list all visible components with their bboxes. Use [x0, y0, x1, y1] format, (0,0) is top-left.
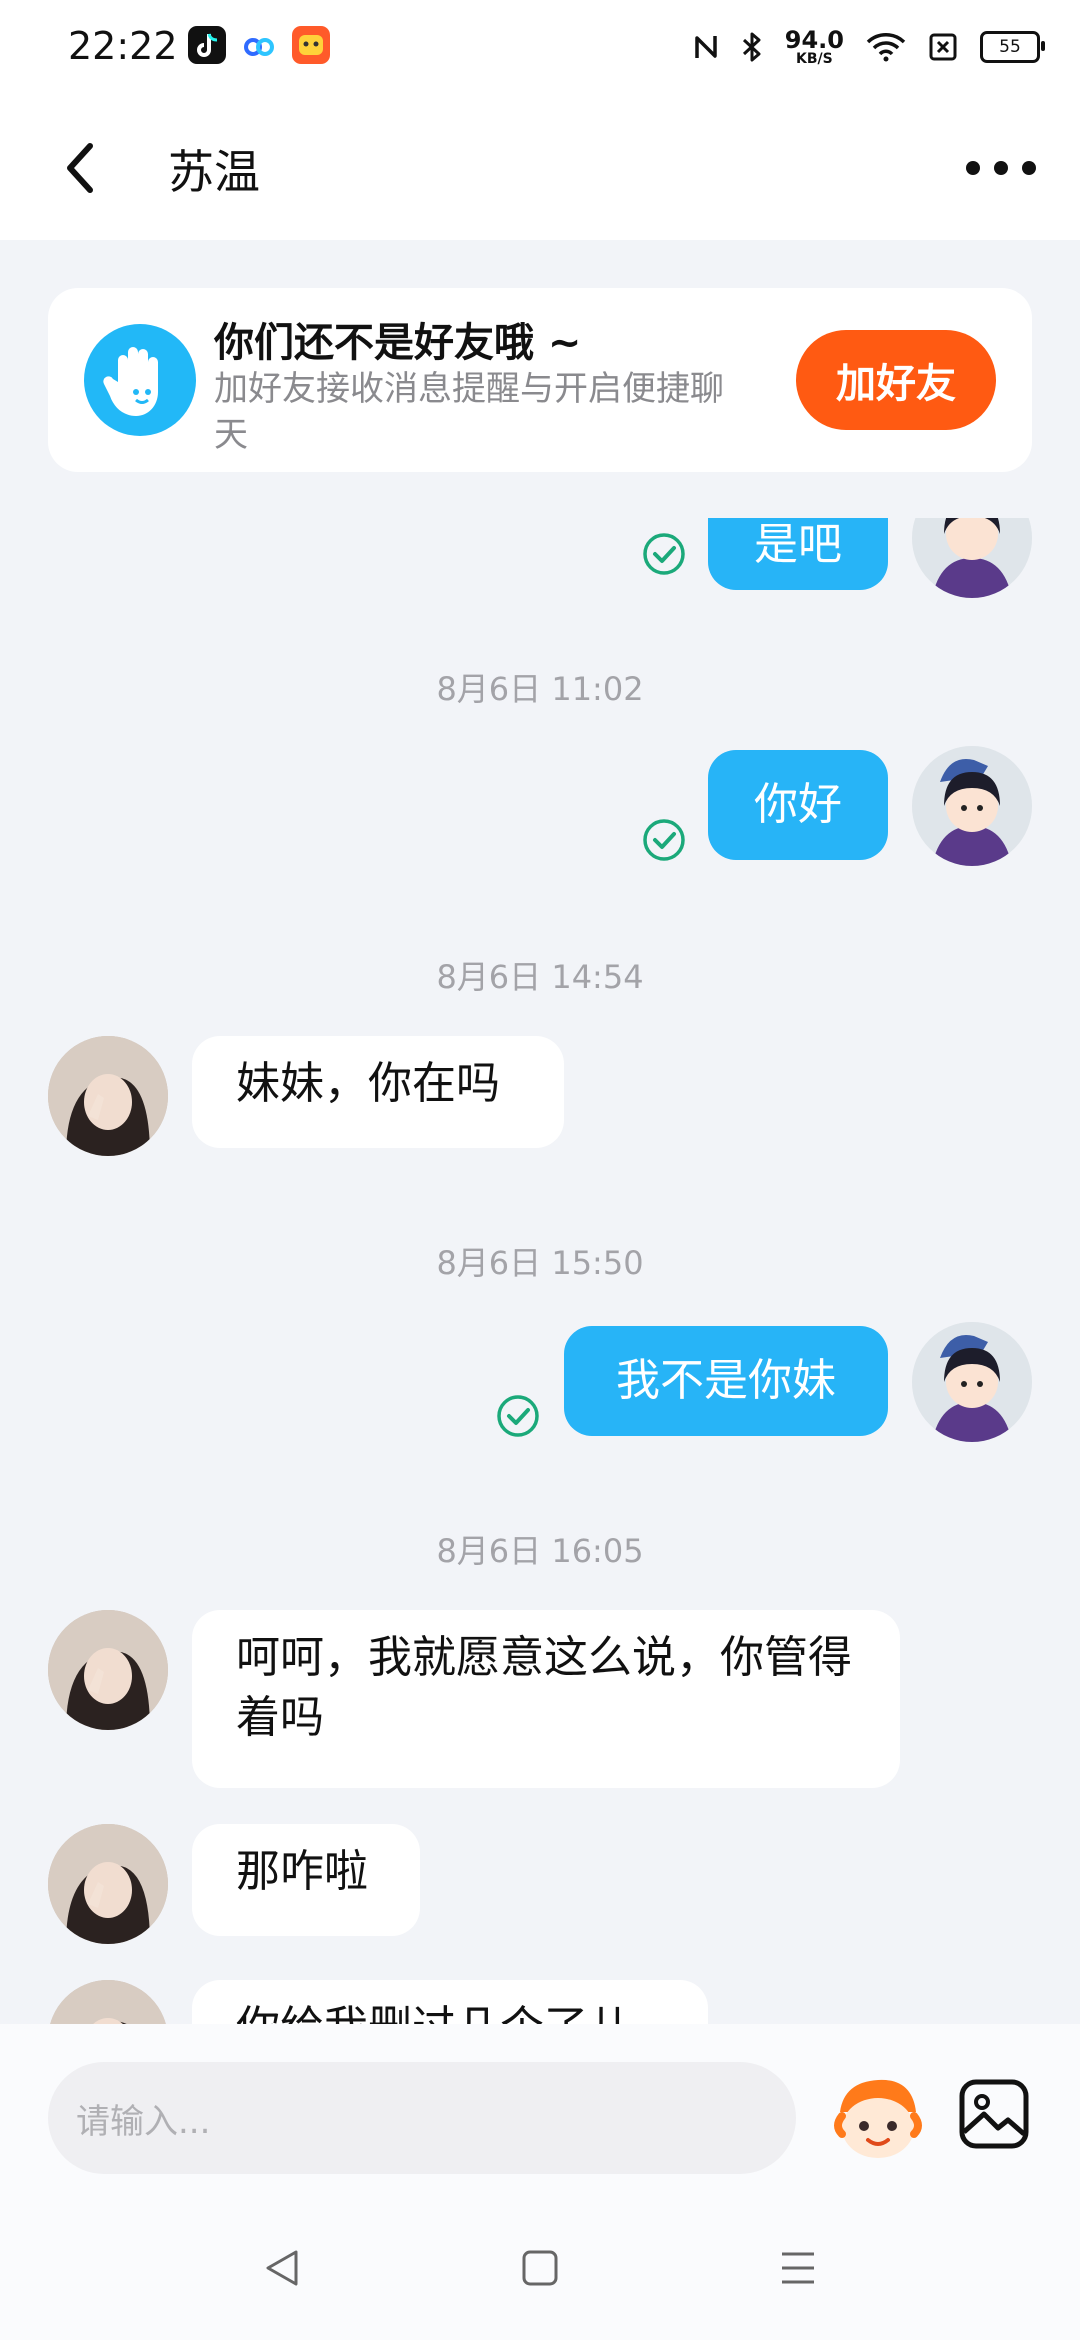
tiktok-icon	[188, 26, 226, 64]
nav-back-icon[interactable]	[262, 2248, 302, 2288]
contact-avatar[interactable]	[48, 1980, 168, 2024]
banner-subtitle: 加好友接收消息提醒与开启便捷聊天	[214, 369, 724, 455]
contact-avatar[interactable]	[48, 1036, 168, 1156]
battery-level: 55	[999, 37, 1021, 57]
net-speed-unit: KB/S	[796, 51, 833, 67]
status-indicators: 94.0 KB/S 55	[693, 22, 1045, 72]
nav-home-icon[interactable]	[520, 2248, 560, 2288]
contact-avatar[interactable]	[48, 1610, 168, 1730]
my-avatar[interactable]	[912, 746, 1032, 866]
message-bubble-incoming[interactable]: 呵呵，我就愿意这么说，你管得着吗	[192, 1610, 900, 1788]
read-check-icon	[642, 532, 686, 576]
message-input-bar: 请输入...	[0, 2024, 1080, 2194]
message-bubble-incoming[interactable]: 你给我删过几个了儿	[192, 1980, 708, 2024]
wave-hand-icon	[84, 324, 196, 436]
read-check-icon	[496, 1394, 540, 1438]
message-bubble-outgoing[interactable]: 是吧	[708, 518, 888, 590]
more-options-button[interactable]	[966, 148, 1036, 188]
message-bubble-outgoing[interactable]: 我不是你妹	[564, 1326, 888, 1436]
banner-title: 你们还不是好友哦 ~	[214, 320, 582, 366]
nav-menu-icon[interactable]	[778, 2248, 818, 2288]
back-button[interactable]	[56, 136, 116, 200]
more-dots-icon	[966, 161, 980, 175]
wifi-icon	[866, 33, 906, 62]
image-button[interactable]	[956, 2076, 1032, 2152]
my-avatar[interactable]	[912, 1322, 1032, 1442]
not-friend-banner: 你们还不是好友哦 ~ 加好友接收消息提醒与开启便捷聊天 加好友	[48, 288, 1032, 472]
system-nav-bar	[0, 2194, 1080, 2340]
status-time: 22:22	[68, 24, 178, 68]
page-title: 苏温	[168, 145, 260, 199]
app-icon	[292, 26, 330, 64]
my-avatar[interactable]	[912, 518, 1032, 598]
battery-icon: 55	[980, 31, 1045, 63]
baidu-netdisk-icon	[240, 26, 278, 64]
bluetooth-icon	[742, 32, 761, 62]
message-list[interactable]: 是吧 8月6日 11:02 你好 8月6日 14:54 妹妹，你在吗 8月6日 …	[0, 518, 1080, 2024]
mascot-emoji-icon	[834, 2079, 922, 2158]
chevron-left-icon	[67, 143, 93, 193]
image-icon	[959, 2079, 1029, 2149]
no-sim-icon	[929, 33, 957, 61]
timestamp: 8月6日 15:50	[436, 1244, 644, 1282]
message-input[interactable]: 请输入...	[48, 2062, 796, 2174]
timestamp: 8月6日 16:05	[436, 1532, 644, 1570]
contact-avatar[interactable]	[48, 1824, 168, 1944]
net-speed-value: 94.0	[784, 26, 844, 54]
message-bubble-outgoing[interactable]: 你好	[708, 750, 888, 860]
status-bar: 22:22 94.0 KB/S 55	[0, 0, 1080, 96]
read-check-icon	[642, 818, 686, 862]
emoji-button[interactable]	[826, 2066, 930, 2170]
timestamp: 8月6日 14:54	[436, 958, 644, 996]
add-friend-button[interactable]: 加好友	[796, 330, 996, 430]
message-bubble-incoming[interactable]: 那咋啦	[192, 1824, 420, 1936]
chat-header: 苏温	[0, 96, 1080, 240]
message-bubble-incoming[interactable]: 妹妹，你在吗	[192, 1036, 564, 1148]
net-speed: 94.0 KB/S	[785, 28, 844, 66]
nfc-icon	[695, 36, 717, 58]
timestamp: 8月6日 11:02	[436, 670, 644, 708]
